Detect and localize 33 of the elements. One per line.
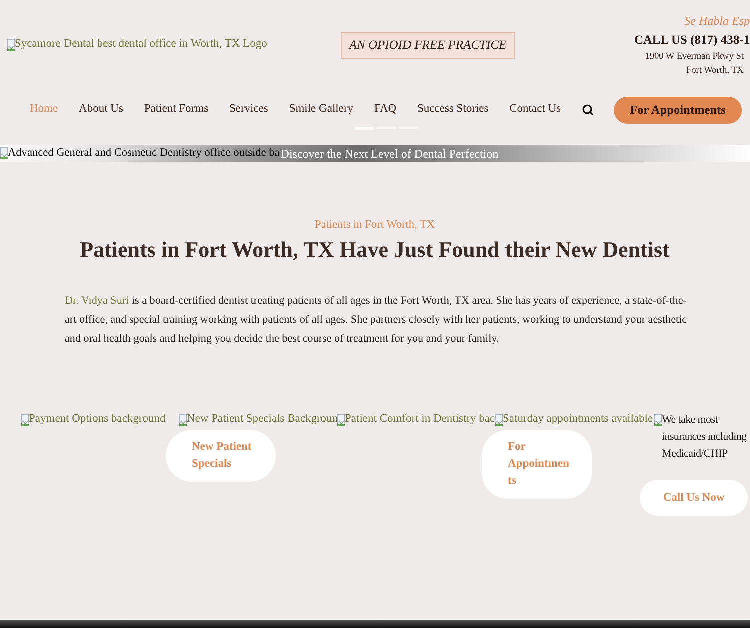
broken-image-icon [654,414,662,427]
nav-link[interactable]: Smile Gallery [289,101,354,119]
logo-alt-text[interactable]: Sycamore Dental best dental office in Worth, TX Logo [15,36,268,54]
broken-image-icon [495,414,503,426]
section-heading: Patients in Fort Worth, TX Have Just Found their New Dentist [80,236,670,264]
search-icon[interactable] [582,104,594,116]
nav-link[interactable]: Success Stories [418,101,489,119]
nav-link[interactable]: FAQ [374,101,397,119]
doctor-link[interactable]: Dr. Vidya Suri [65,295,130,307]
appointments-button[interactable]: For Appointments [614,96,742,124]
banner-tagline: Discover the Next Level of Dental Perfection [280,146,499,162]
broken-image-icon [21,414,29,426]
spanish-note: Se Habla Esp [684,13,750,30]
opioid-free-badge: AN OPIOID FREE PRACTICE [341,32,515,58]
broken-image-icon [0,147,8,160]
insurance-note: We take most insurances including Medicaid/CHIP [662,413,748,462]
image-alt-text: Patient Comfort in Dentistry bac [345,412,496,428]
address-line: Fort Worth, TX [686,65,745,78]
nav-link[interactable]: About Us [79,101,124,119]
image-alt-text: New Patient Specials Backgroun [187,412,338,428]
address-line: 1900 W Everman Pkwy St [645,51,745,64]
intro-paragraph: Dr. Vidya Suri is a board-certified dentist treating patients of all ages in the Fort Worth, TX area. She has years of experience, a state-of-the-art office, and special training working with patients of all ages. She partners closely with her patients, working to understand your aesthetic and oral health goals and helping you decide the best course of treatment for you and your family. [65,294,688,347]
broken-image-icon [337,414,345,426]
image-alt-text: Payment Options background [29,412,166,428]
nav-link[interactable]: Contact Us [510,101,562,119]
banner-alt-text: Advanced General and Cosmetic Dentistry office outside ba [8,146,280,162]
section-eyebrow: Patients in Fort Worth, TX [314,218,436,233]
nav-link[interactable]: Services [229,101,268,119]
phone-number[interactable]: CALL US (817) 438-1 [634,31,750,50]
broken-image-icon [7,38,15,52]
nav-link[interactable]: Patient Forms [144,101,209,119]
image-alt-text: Saturday appointments available [503,412,654,428]
broken-image-icon [179,414,187,426]
